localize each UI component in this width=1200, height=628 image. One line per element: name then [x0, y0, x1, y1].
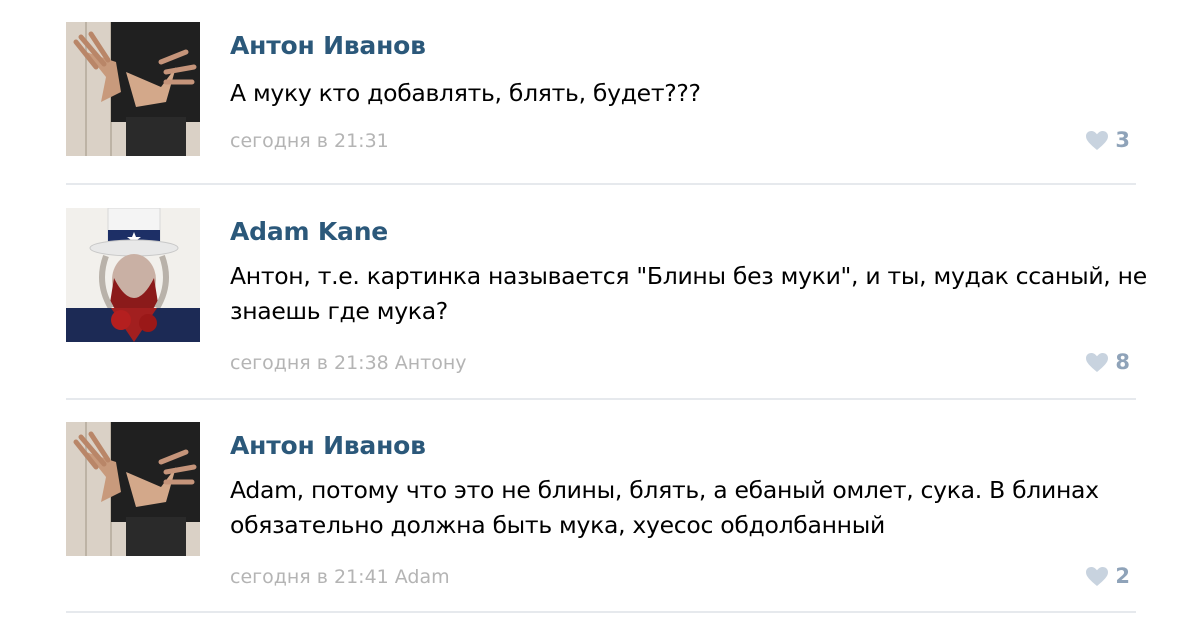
comment-meta: сегодня в 21:41 Adam: [230, 566, 450, 588]
avatar[interactable]: [66, 22, 200, 156]
reply-to-link[interactable]: Антону: [395, 352, 467, 374]
comment-text: А муку кто добавлять, блять, будет???: [230, 79, 701, 107]
divider: [66, 611, 1136, 613]
comment-time[interactable]: сегодня в 21:38: [230, 352, 389, 374]
divider: [66, 398, 1136, 400]
like-count: 3: [1115, 128, 1130, 152]
like-count: 2: [1115, 564, 1130, 588]
comment-meta: сегодня в 21:31: [230, 130, 389, 152]
comment-time[interactable]: сегодня в 21:31: [230, 130, 389, 152]
like-count: 8: [1115, 350, 1130, 374]
uncle-sam-avatar-icon: [66, 208, 200, 342]
like-button[interactable]: 3: [1085, 128, 1130, 152]
comment-author[interactable]: Антон Иванов: [230, 31, 426, 60]
hands-avatar-icon: [66, 422, 200, 556]
avatar[interactable]: [66, 422, 200, 556]
avatar[interactable]: [66, 208, 200, 342]
comment-meta: сегодня в 21:38 Антону: [230, 352, 467, 374]
like-button[interactable]: 8: [1085, 350, 1130, 374]
comment-author[interactable]: Adam Kane: [230, 217, 388, 246]
comment-text: Антон, т.е. картинка называется "Блины б…: [230, 262, 1147, 325]
comment-time[interactable]: сегодня в 21:41: [230, 566, 389, 588]
divider: [66, 183, 1136, 185]
hands-avatar-icon: [66, 22, 200, 156]
heart-icon: [1086, 130, 1109, 150]
comment-author[interactable]: Антон Иванов: [230, 431, 426, 460]
comment-item: Антон Иванов А муку кто добавлять, блять…: [0, 0, 1200, 190]
heart-icon: [1086, 566, 1109, 586]
comment-text: Adam, потому что это не блины, блять, а …: [230, 476, 1099, 539]
like-button[interactable]: 2: [1085, 564, 1130, 588]
heart-icon: [1086, 352, 1109, 372]
reply-to-link[interactable]: Adam: [395, 566, 450, 588]
